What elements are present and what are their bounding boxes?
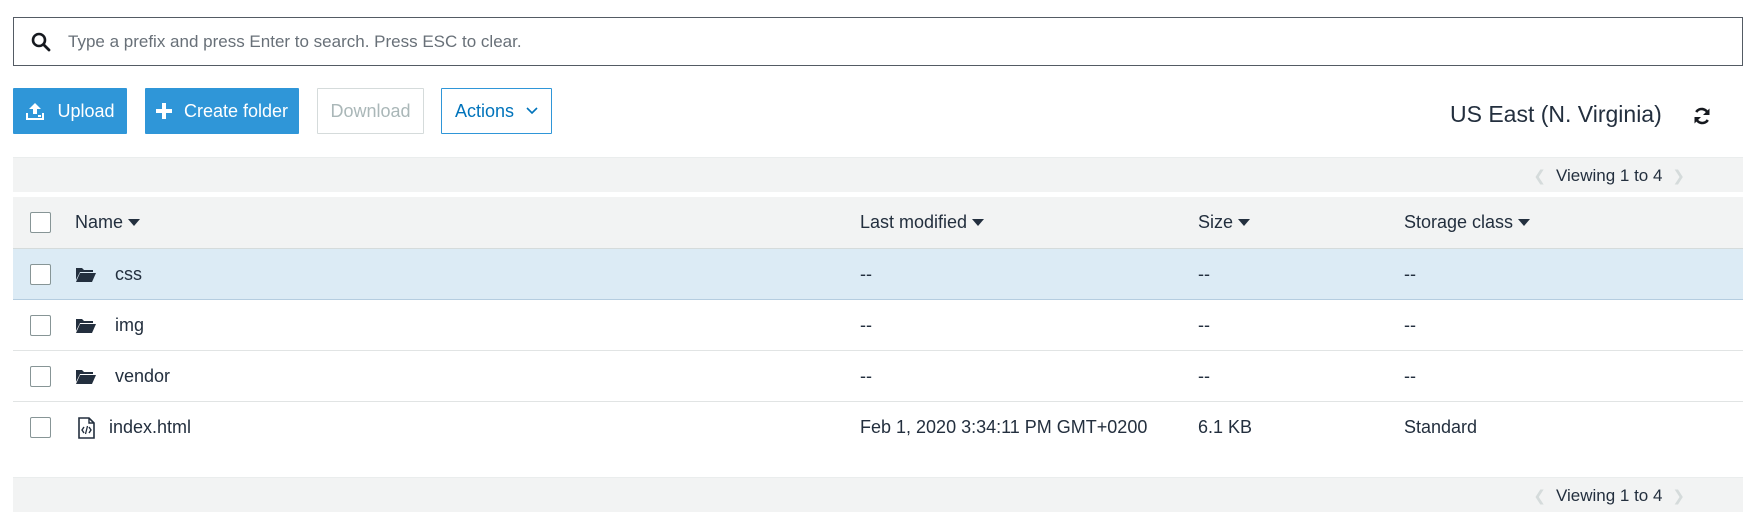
upload-button-label: Upload: [57, 100, 115, 121]
chevron-right-icon[interactable]: ❯: [1672, 167, 1685, 185]
refresh-icon[interactable]: [1690, 104, 1714, 128]
column-header-last-modified-label: Last modified: [860, 212, 968, 232]
actions-dropdown[interactable]: Actions: [441, 88, 552, 134]
row-checkbox[interactable]: [30, 263, 51, 285]
sort-caret-icon: [972, 218, 985, 226]
upload-button[interactable]: Upload: [13, 88, 127, 134]
object-name-link[interactable]: css: [115, 264, 142, 285]
last-modified-value: --: [860, 365, 872, 386]
column-header-name-label: Name: [75, 212, 124, 232]
chevron-left-icon[interactable]: ❮: [1533, 487, 1546, 505]
column-header-last-modified[interactable]: Last modified: [860, 212, 985, 233]
table-header: Name Last modified Size Storage class: [13, 197, 1743, 249]
row-checkbox[interactable]: [30, 314, 51, 336]
size-value: --: [1198, 365, 1210, 386]
pager-label: Viewing 1 to 4: [1555, 165, 1663, 185]
size-value: --: [1198, 314, 1210, 335]
size-value: 6.1 KB: [1198, 417, 1253, 437]
column-header-storage-class-label: Storage class: [1404, 212, 1514, 232]
object-name-link[interactable]: img: [115, 315, 144, 336]
row-checkbox[interactable]: [30, 365, 51, 387]
plus-icon: [155, 103, 172, 119]
sort-caret-icon: [1238, 218, 1251, 226]
s3-object-browser: Upload Create folder Download Actions US…: [0, 0, 1757, 523]
pager-bar-top: ❮ Viewing 1 to 4 ❯: [13, 157, 1743, 192]
last-modified-value: --: [860, 314, 872, 335]
table-row[interactable]: index.html Feb 1, 2020 3:34:11 PM GMT+02…: [13, 402, 1743, 453]
folder-icon: [75, 316, 97, 334]
pager-label: Viewing 1 to 4: [1555, 485, 1663, 505]
storage-class-value: Standard: [1404, 417, 1478, 437]
search-icon: [14, 32, 68, 52]
sort-caret-icon: [128, 218, 141, 226]
objects-table: Name Last modified Size Storage class cs…: [13, 197, 1743, 453]
table-row[interactable]: img -- -- --: [13, 300, 1743, 351]
object-name-link[interactable]: vendor: [115, 366, 170, 387]
create-folder-button-label: Create folder: [183, 100, 289, 121]
pager-bottom: ❮ Viewing 1 to 4 ❯: [1533, 478, 1685, 513]
table-row[interactable]: vendor -- -- --: [13, 351, 1743, 402]
pager-top: ❮ Viewing 1 to 4 ❯: [1533, 158, 1685, 193]
region-label: US East (N. Virginia): [1450, 101, 1662, 127]
object-name-link[interactable]: index.html: [109, 417, 191, 438]
storage-class-value: --: [1404, 263, 1416, 284]
column-header-storage-class[interactable]: Storage class: [1404, 212, 1531, 233]
folder-icon: [75, 265, 97, 283]
column-header-size-label: Size: [1198, 212, 1234, 232]
column-header-size[interactable]: Size: [1198, 212, 1251, 233]
html-file-icon: [77, 416, 96, 439]
last-modified-value: Feb 1, 2020 3:34:11 PM GMT+0200: [860, 417, 1148, 437]
select-all-checkbox[interactable]: [30, 212, 51, 233]
pager-bar-bottom: ❮ Viewing 1 to 4 ❯: [13, 477, 1743, 512]
chevron-right-icon[interactable]: ❯: [1672, 487, 1685, 505]
actions-dropdown-label: Actions: [454, 100, 515, 121]
chevron-left-icon[interactable]: ❮: [1533, 167, 1546, 185]
storage-class-value: --: [1404, 314, 1416, 335]
download-button[interactable]: Download: [317, 88, 424, 134]
download-button-label: Download: [330, 100, 411, 121]
row-checkbox[interactable]: [30, 417, 51, 438]
create-folder-button[interactable]: Create folder: [145, 88, 299, 134]
folder-icon: [75, 367, 97, 385]
column-header-name[interactable]: Name: [75, 212, 141, 233]
table-row[interactable]: css -- -- --: [13, 249, 1743, 300]
chevron-down-icon: [526, 107, 538, 115]
search-bar: [13, 17, 1743, 66]
last-modified-value: --: [860, 263, 872, 284]
storage-class-value: --: [1404, 365, 1416, 386]
search-input[interactable]: [68, 18, 1742, 65]
size-value: --: [1198, 263, 1210, 284]
sort-caret-icon: [1518, 218, 1531, 226]
upload-icon: [25, 102, 45, 120]
